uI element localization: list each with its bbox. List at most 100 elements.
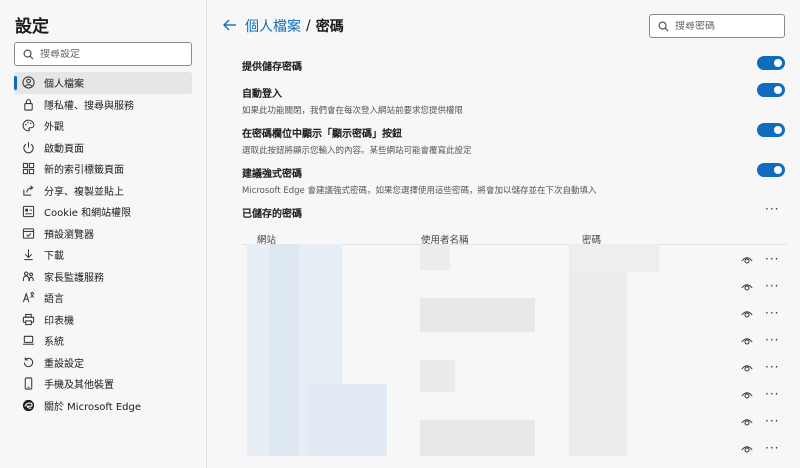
sidebar-item-label: 外觀 [44,122,64,134]
show-password-icon[interactable] [741,416,753,428]
sidebar-item-reset[interactable]: 重設設定 [14,352,192,374]
language-icon [21,291,35,305]
download-icon [21,248,35,262]
saved-passwords-heading: 已儲存的密碼 [242,209,302,220]
grid-icon [21,162,35,176]
lock-icon [21,97,35,111]
sidebar-item-startup[interactable]: 啟動頁面 [14,137,192,159]
sidebar-item-about[interactable]: 關於 Microsoft Edge [14,395,192,417]
row-more-icon[interactable]: ··· [765,415,779,427]
row-more-icon[interactable]: ··· [765,307,779,319]
show-password-icon[interactable] [741,281,753,293]
settings-search-input[interactable] [40,48,180,60]
toggle-auto-sign-in[interactable] [757,83,785,97]
family-icon [21,269,35,283]
edge-logo-icon [21,398,35,412]
share-icon [21,183,35,197]
sidebar-item-label: 預設瀏覽器 [44,229,94,241]
show-password-icon[interactable] [741,362,753,374]
sidebar-item-appearance[interactable]: 外觀 [14,115,192,137]
sidebar-item-family[interactable]: 家長監護服務 [14,266,192,288]
setting-title: 在密碼欄位中顯示「顯示密碼」按鈕 [242,129,402,140]
setting-description: Microsoft Edge 會建議強式密碼，如果您選擇使用這些密碼，將會加以儲… [242,186,597,196]
redacted-password-block [569,272,627,456]
sidebar-nav: 個人檔案 隱私權、搜尋與服務 外觀 啟動頁面 新的索引標籤頁面 分享、複製並貼上… [14,72,192,416]
sidebar-item-label: 系統 [44,337,64,349]
sidebar-item-cookies[interactable]: Cookie 和網站權限 [14,201,192,223]
phone-icon [21,377,35,391]
setting-title: 建議強式密碼 [242,169,302,180]
sidebar-item-system[interactable]: 系統 [14,330,192,352]
sidebar-item-label: 重設設定 [44,358,84,370]
setting-offer-save-passwords: 提供儲存密碼 [242,56,787,73]
sidebar-item-new-tab[interactable]: 新的索引標籤頁面 [14,158,192,180]
redacted-username-block [420,298,535,332]
sidebar-item-printers[interactable]: 印表機 [14,309,192,331]
power-icon [21,140,35,154]
redacted-username-block [420,244,450,270]
sidebar-item-label: 分享、複製並貼上 [44,186,124,198]
sidebar-item-label: 印表機 [44,315,74,327]
show-password-icon[interactable] [741,335,753,347]
row-more-icon[interactable]: ··· [765,253,779,265]
site-permissions-icon [21,205,35,219]
saved-passwords-more-icon[interactable]: ··· [765,203,779,215]
sidebar-item-label: Cookie 和網站權限 [44,208,132,220]
setting-suggest-strong-passwords: 建議強式密碼 Microsoft Edge 會建議強式密碼，如果您選擇使用這些密… [242,163,787,196]
browser-icon [21,226,35,240]
row-more-icon[interactable]: ··· [765,442,779,454]
setting-description: 如果此功能關閉，我們會在每次登入網站前要求您提供權限 [242,106,464,116]
sidebar-item-label: 手機及其他裝置 [44,380,114,392]
sidebar-title: 設定 [15,17,49,37]
sidebar-item-languages[interactable]: 語言 [14,287,192,309]
redacted-website-shade [269,244,299,456]
toggle-show-reveal-button[interactable] [757,123,785,137]
breadcrumb: 個人檔案 / 密碼 [245,16,344,36]
settings-sidebar: 設定 個人檔案 隱私權、搜尋與服務 外觀 啟動頁面 新的索引標籤頁面 分享、複製… [0,0,207,468]
sidebar-item-default-browser[interactable]: 預設瀏覽器 [14,223,192,245]
redacted-website-block [307,384,387,456]
passwords-page: 個人檔案 / 密碼 提供儲存密碼 自動登入 如果此功能關閉，我們會在每次登入網站… [207,0,800,468]
setting-show-reveal-button: 在密碼欄位中顯示「顯示密碼」按鈕 選取此按鈕將顯示您輸入的內容。某些網站可能會覆… [242,123,787,156]
row-more-icon[interactable]: ··· [765,361,779,373]
setting-description: 選取此按鈕將顯示您輸入的內容。某些網站可能會覆寫此設定 [242,146,472,156]
sidebar-item-phone[interactable]: 手機及其他裝置 [14,373,192,395]
sidebar-item-label: 下載 [44,251,64,263]
sidebar-item-label: 個人檔案 [44,79,84,91]
sidebar-item-label: 語言 [44,294,64,306]
laptop-icon [21,334,35,348]
toggle-suggest-strong-passwords[interactable] [757,163,785,177]
show-password-icon[interactable] [741,308,753,320]
sidebar-item-label: 新的索引標籤頁面 [44,165,124,177]
row-more-icon[interactable]: ··· [765,388,779,400]
sidebar-item-downloads[interactable]: 下載 [14,244,192,266]
redacted-password-block [569,244,659,272]
back-arrow-icon[interactable] [222,17,238,33]
show-password-icon[interactable] [741,443,753,455]
sidebar-item-share[interactable]: 分享、複製並貼上 [14,180,192,202]
show-password-icon[interactable] [741,254,753,266]
profile-icon [21,76,35,90]
sidebar-item-label: 關於 Microsoft Edge [44,401,142,413]
page-title: 密碼 [315,19,344,35]
password-search-input[interactable] [675,20,775,32]
reset-icon [21,355,35,369]
palette-icon [21,119,35,133]
search-icon [658,21,669,31]
breadcrumb-profiles-link[interactable]: 個人檔案 [245,16,301,36]
redacted-username-block [420,420,535,456]
sidebar-item-label: 隱私權、搜尋與服務 [44,100,134,112]
sidebar-item-privacy[interactable]: 隱私權、搜尋與服務 [14,94,192,116]
breadcrumb-separator: / [306,18,311,34]
sidebar-item-profiles[interactable]: 個人檔案 [14,72,192,94]
redacted-username-block [420,360,455,392]
sidebar-item-label: 家長監護服務 [44,272,104,284]
password-search-box[interactable] [649,14,785,38]
setting-title: 自動登入 [242,89,282,100]
row-more-icon[interactable]: ··· [765,280,779,292]
row-more-icon[interactable]: ··· [765,334,779,346]
toggle-offer-save-passwords[interactable] [757,56,785,70]
printer-icon [21,312,35,326]
show-password-icon[interactable] [741,389,753,401]
settings-search-box[interactable] [14,42,192,66]
